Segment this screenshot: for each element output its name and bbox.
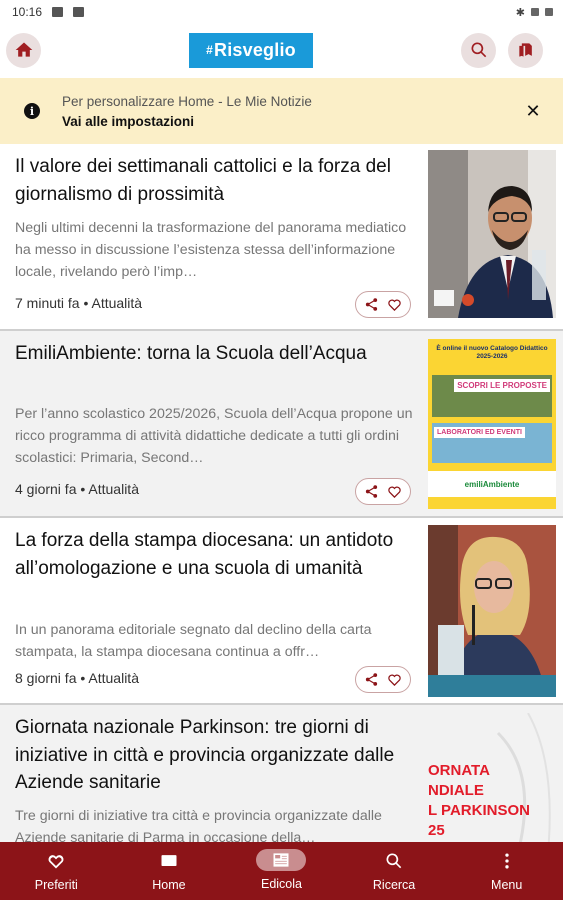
nav-label: Preferiti (34, 878, 78, 892)
status-bar: 10:16 ✱ (0, 0, 563, 24)
nav-preferiti[interactable]: Preferiti (0, 842, 113, 900)
personalize-notice: i Per personalizzare Home - Le Mie Notiz… (0, 78, 563, 144)
article-actions (355, 478, 411, 505)
article-summary: Per l’anno scolastico 2025/2026, Scuola … (15, 406, 413, 466)
poster-text: NDIALE (428, 782, 484, 799)
article-title[interactable]: Giornata nazionale Parkinson: tre giorni… (15, 714, 415, 797)
more-vert-icon (505, 853, 509, 869)
photo-notification-icon (73, 7, 85, 17)
catalog-badge: LABORATORI ED EVENTI (434, 427, 525, 438)
article-thumbnail[interactable]: ORNATA NDIALE L PARKINSON 25 (428, 713, 556, 843)
portrait-photo (428, 525, 556, 697)
notification-icon (52, 7, 64, 17)
article-summary: Negli ultimi decenni la trasformazione d… (15, 220, 407, 280)
home-button[interactable] (6, 32, 41, 68)
article-meta: 4 giorni fa • Attualità (15, 481, 139, 497)
nav-label: Ricerca (372, 878, 416, 892)
heart-icon[interactable] (387, 297, 402, 312)
poster-text: ORNATA (428, 762, 490, 779)
heart-icon[interactable] (387, 672, 402, 687)
risveglio-logo[interactable]: # Risveglio (189, 32, 313, 68)
notice-text: Per personalizzare Home - Le Mie Notizie (62, 93, 312, 109)
article-thumbnail[interactable] (428, 525, 556, 697)
share-icon[interactable] (364, 484, 379, 499)
heart-icon[interactable] (387, 484, 402, 499)
article-thumbnail[interactable] (428, 150, 556, 318)
news-feed: Il valore dei settimanali cattolici e la… (0, 144, 563, 845)
nav-label: Menu (491, 878, 523, 892)
article-card[interactable]: EmiliAmbiente: torna la Scuola dell’Acqu… (0, 331, 563, 518)
home-icon (161, 855, 177, 866)
heart-icon (48, 855, 64, 869)
status-time: 10:16 (12, 5, 43, 19)
search-button[interactable] (461, 32, 496, 68)
info-icon: i (24, 103, 40, 119)
newspaper-icon (273, 853, 289, 867)
nav-label: Home (152, 878, 186, 892)
catalog-heading: È online il nuovo Catalogo Didattico 202… (436, 345, 548, 360)
nav-ricerca[interactable]: Ricerca (338, 842, 451, 900)
saved-pages-icon (518, 43, 532, 57)
article-meta: 8 giorni fa • Attualità (15, 670, 139, 686)
bluetooth-icon: ✱ (515, 6, 525, 19)
article-thumbnail[interactable]: È online il nuovo Catalogo Didattico 202… (428, 339, 556, 509)
nav-menu[interactable]: Menu (450, 842, 563, 900)
article-actions (355, 666, 411, 693)
catalog-photo: SCOPRI LE PROPOSTE (432, 375, 552, 417)
article-title[interactable]: EmiliAmbiente: torna la Scuola dell’Acqu… (15, 340, 415, 368)
article-title[interactable]: Il valore dei settimanali cattolici e la… (15, 153, 415, 208)
article-title[interactable]: La forza della stampa diocesana: un anti… (15, 527, 415, 582)
close-icon[interactable]: ✕ (523, 101, 543, 122)
catalog-photo: LABORATORI ED EVENTI (432, 423, 552, 463)
article-card[interactable]: Giornata nazionale Parkinson: tre giorni… (0, 705, 563, 845)
emiliambiente-logo: emiliAmbiente (428, 471, 556, 497)
nav-edicola[interactable]: Edicola (225, 842, 338, 900)
portrait-photo (428, 150, 556, 318)
nav-label: Edicola (260, 877, 302, 891)
top-app-bar: # Risveglio (0, 24, 563, 76)
catalog-badge: SCOPRI LE PROPOSTE (454, 379, 550, 392)
home-icon (15, 42, 32, 57)
nav-home[interactable]: Home (113, 842, 226, 900)
share-icon[interactable] (364, 297, 379, 312)
bottom-navigation: Preferiti Home Edicola Ricerca Menu (0, 842, 563, 900)
battery-icon (545, 8, 553, 16)
search-icon (386, 853, 402, 869)
article-card[interactable]: Il valore dei settimanali cattolici e la… (0, 144, 563, 331)
article-summary: In un panorama editoriale segnato dal de… (15, 622, 372, 660)
bookmarks-button[interactable] (508, 32, 543, 68)
share-icon[interactable] (364, 672, 379, 687)
article-actions (355, 291, 411, 318)
settings-link[interactable]: Vai alle impostazioni (62, 114, 523, 129)
search-icon (471, 42, 486, 58)
poster-text: L PARKINSON (428, 802, 530, 819)
poster-text: 25 (428, 822, 445, 839)
article-meta: 7 minuti fa • Attualità (15, 295, 143, 311)
article-card[interactable]: La forza della stampa diocesana: un anti… (0, 518, 563, 705)
wifi-icon (531, 8, 539, 16)
article-summary: Tre giorni di iniziative tra città e pro… (15, 808, 382, 845)
